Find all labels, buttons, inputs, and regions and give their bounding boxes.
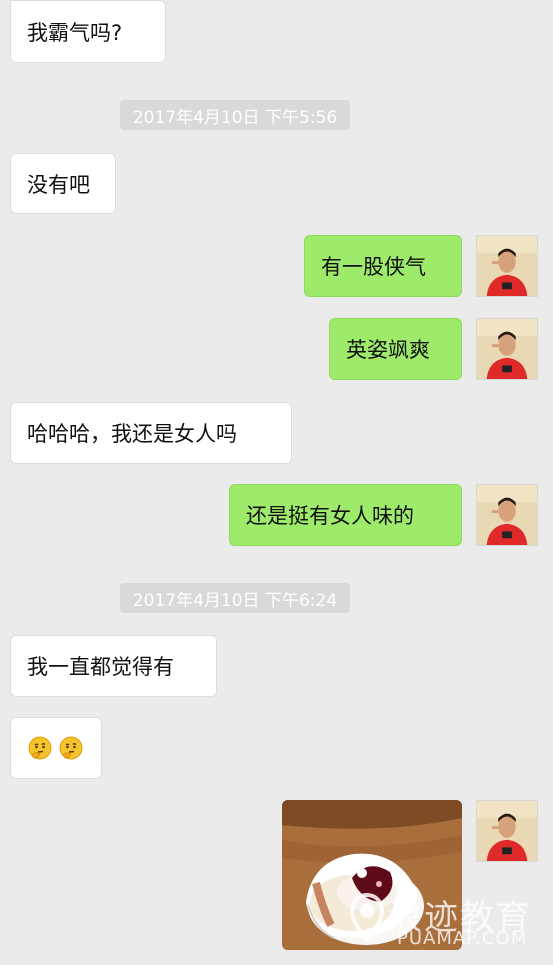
message-text: 没有吧 <box>27 172 90 197</box>
avatar-image <box>477 485 537 545</box>
message-text: 哈哈哈，我还是女人吗 <box>27 422 237 446</box>
message-bubble-received[interactable]: 哈哈哈，我还是女人吗 <box>10 402 292 464</box>
avatar[interactable] <box>476 484 538 546</box>
timestamp: 2017年4月10日 下午5:56 <box>120 100 350 130</box>
message-bubble-sent[interactable]: 有一股侠气 <box>304 235 462 297</box>
timestamp-text: 2017年4月10日 下午6:24 <box>132 590 338 611</box>
emoji-row <box>27 735 84 761</box>
message-text: 还是挺有女人味的 <box>246 504 414 528</box>
avatar[interactable] <box>476 800 538 862</box>
avatar[interactable] <box>476 235 538 297</box>
message-text: 英姿飒爽 <box>346 338 430 362</box>
thinking-face-icon <box>59 736 83 760</box>
message-bubble-received[interactable]: 我一直都觉得有 <box>10 635 217 697</box>
avatar-image <box>477 319 537 379</box>
message-text: 我一直都觉得有 <box>27 655 174 679</box>
thinking-face-icon <box>28 736 52 760</box>
message-bubble-sent[interactable]: 英姿飒爽 <box>329 318 462 380</box>
timestamp-text: 2017年4月10日 下午5:56 <box>132 107 338 128</box>
message-bubble-received[interactable] <box>10 717 102 779</box>
timestamp: 2017年4月10日 下午6:24 <box>120 583 350 613</box>
photo-message[interactable] <box>282 800 462 950</box>
message-bubble-received[interactable]: 没有吧 <box>10 153 116 214</box>
avatar-image <box>477 801 537 861</box>
avatar[interactable] <box>476 318 538 380</box>
message-text: 有一股侠气 <box>321 255 426 279</box>
chat-screen: 我霸气吗? 2017年4月10日 下午5:56 没有吧 有一股侠气 英姿飒爽 哈… <box>0 0 553 965</box>
message-text: 我霸气吗? <box>27 20 123 45</box>
message-bubble-received[interactable]: 我霸气吗? <box>10 0 166 63</box>
cupcake-photo <box>282 800 462 950</box>
avatar-image <box>477 236 537 296</box>
message-bubble-sent[interactable]: 还是挺有女人味的 <box>229 484 462 546</box>
